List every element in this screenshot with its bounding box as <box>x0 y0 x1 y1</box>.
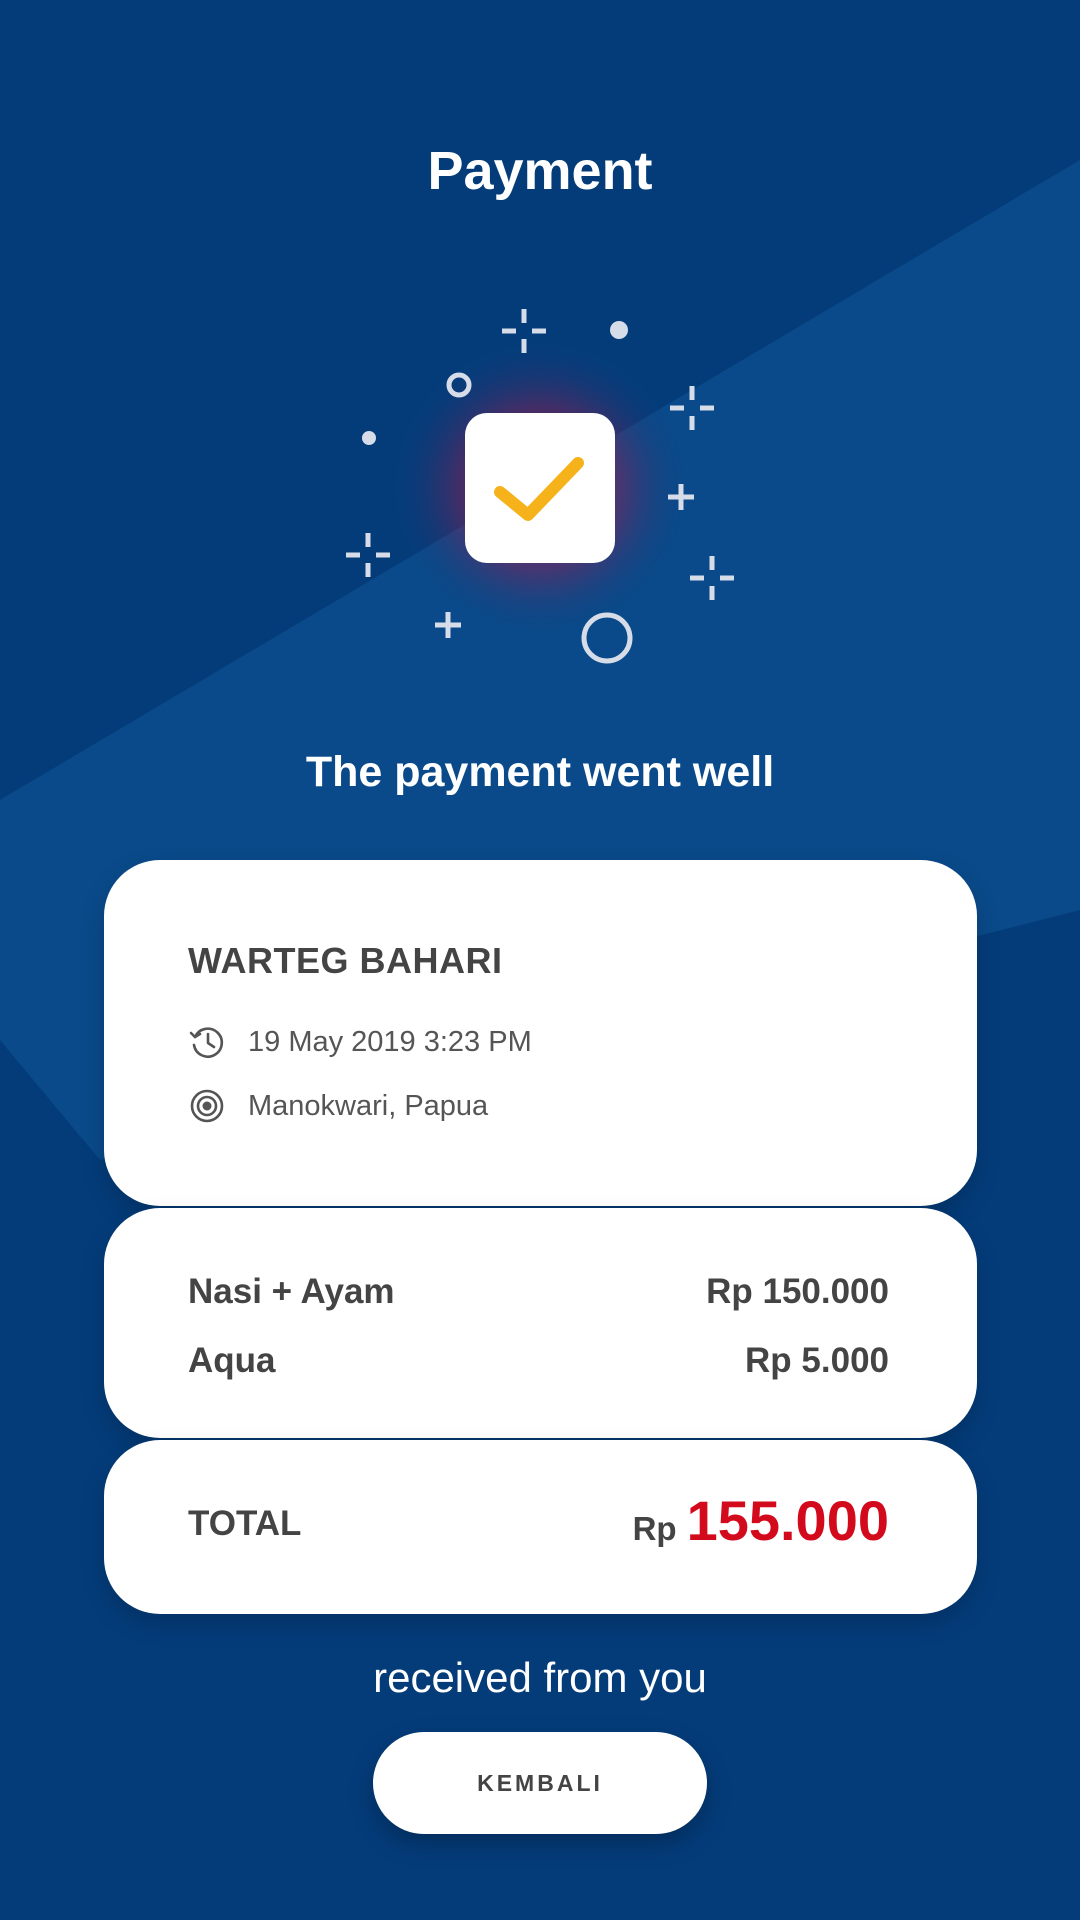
item-name: Nasi + Ayam <box>188 1272 395 1311</box>
merchant-name: WARTEG BAHARI <box>188 940 503 981</box>
item-name: Aqua <box>188 1341 276 1380</box>
location-text: Manokwari, Papua <box>248 1089 489 1122</box>
item-price: Rp 150.000 <box>706 1272 889 1311</box>
total-label: TOTAL <box>188 1504 302 1543</box>
back-button[interactable]: KEMBALI <box>373 1732 707 1834</box>
total-currency: Rp <box>632 1510 677 1547</box>
history-icon <box>189 1027 224 1058</box>
payment-success-message: The payment went well <box>305 748 775 796</box>
checkbox-check-icon <box>465 413 615 563</box>
total-amount: Rp 155.000 <box>633 1488 889 1553</box>
transaction-location: Manokwari, Papua <box>188 1086 488 1126</box>
total-value: 155.000 <box>686 1489 889 1552</box>
received-message: received from you <box>373 1654 707 1701</box>
total-card: TOTAL Rp 155.000 <box>104 1440 977 1614</box>
success-illustration <box>346 309 734 664</box>
items-card: Nasi + Ayam Rp 150.000 Aqua Rp 5.000 <box>104 1208 977 1438</box>
datetime-text: 19 May 2019 3:23 PM <box>248 1025 532 1058</box>
location-target-icon <box>190 1089 224 1123</box>
merchant-card: WARTEG BAHARI 19 May 2019 3:23 PM Manokw… <box>104 860 977 1206</box>
list-item: Nasi + Ayam Rp 150.000 <box>188 1270 889 1314</box>
list-item: Aqua Rp 5.000 <box>188 1339 889 1383</box>
transaction-datetime: 19 May 2019 3:23 PM <box>188 1022 532 1062</box>
item-price: Rp 5.000 <box>745 1341 889 1380</box>
